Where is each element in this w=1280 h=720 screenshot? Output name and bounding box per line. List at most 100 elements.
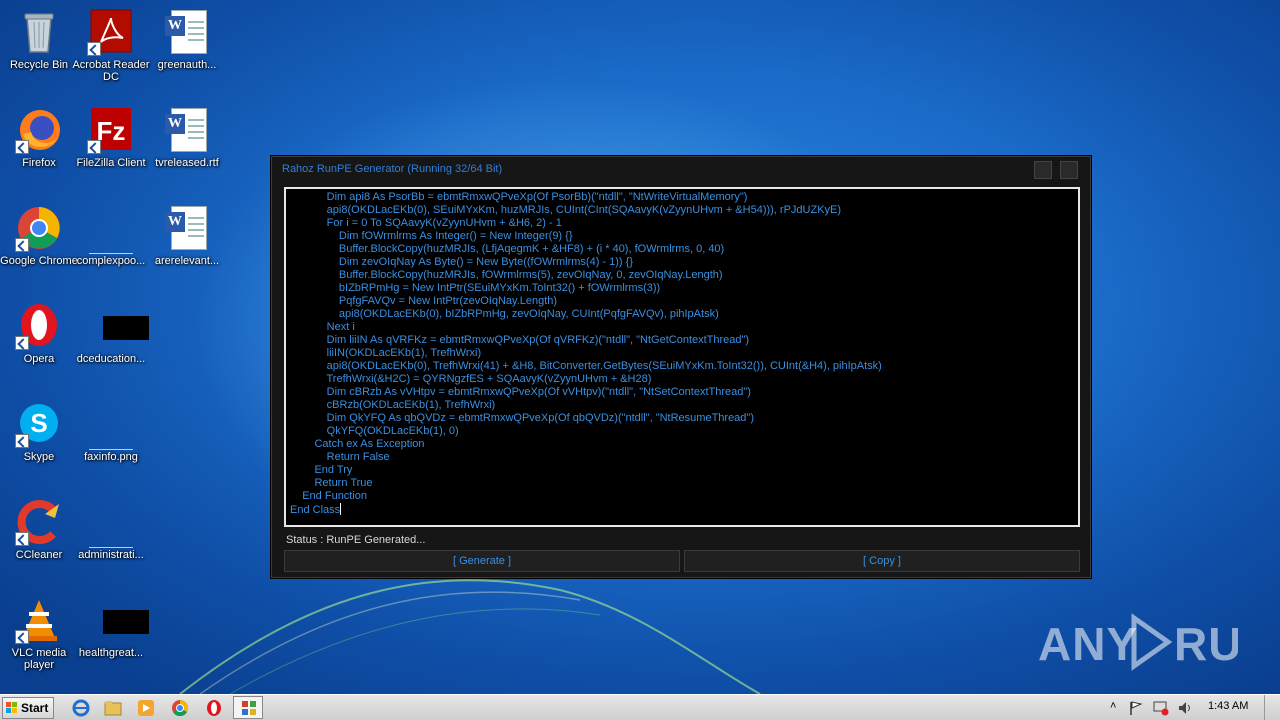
code-line: End Class [290, 503, 342, 516]
taskbar-app-runpe[interactable] [233, 696, 263, 719]
desktop-icon-label: Recycle Bin [9, 59, 69, 71]
code-line: QkYFQ(OKDLacEKb(1), 0) [290, 425, 459, 437]
volume-icon[interactable] [1177, 700, 1193, 716]
word-icon: W [165, 114, 185, 134]
code-text[interactable]: Dim api8 As PsorBb = ebmtRmxwQPveXp(Of P… [286, 189, 1078, 519]
desktop-icon-complexpoo[interactable]: complexpoo... [72, 204, 150, 267]
chrome-taskbar-icon[interactable] [171, 699, 189, 717]
desktop-icon-label: faxinfo.png [84, 451, 138, 463]
shortcut-arrow-icon [87, 42, 101, 56]
network-icon[interactable] [1152, 700, 1170, 716]
desktop-icon-label: dceducation... [76, 353, 146, 365]
svg-text:RUN: RUN [1174, 618, 1238, 670]
code-line: Buffer.BlockCopy(huzMRJIs, (LfjAqegmK + … [290, 243, 725, 255]
code-line: TrefhWrxi(&H2C) = QYRNgzfES + SQAavyK(vZ… [290, 373, 652, 385]
code-line: End Try [290, 464, 353, 476]
windows-flag-icon [6, 702, 17, 713]
close-button[interactable] [1060, 161, 1078, 179]
desktop-icon-label: CCleaner [15, 549, 63, 561]
desktop-icon-ccleaner[interactable]: CCleaner [0, 498, 78, 561]
code-line: api8(OKDLacEKb(0), TrefhWrxi(41) + &H8, … [290, 360, 882, 372]
file-thumbnail [89, 526, 133, 548]
start-button[interactable]: Start [2, 697, 54, 719]
shortcut-arrow-icon [15, 434, 29, 448]
internet-explorer-icon[interactable] [72, 699, 90, 717]
code-line: Dim fOWrmlrms As Integer() = New Integer… [290, 230, 573, 242]
desktop-icon-recycle-bin[interactable]: Recycle Bin [0, 8, 78, 71]
code-line: cBRzb(OKDLacEKb(1), TrefhWrxi) [290, 399, 496, 411]
file-thumbnail [89, 232, 133, 254]
desktop-icon-healthgreat[interactable]: healthgreat... [72, 596, 150, 659]
code-line: api8(OKDLacEKb(0), SEuiMYxKm, huzMRJIs, … [290, 204, 842, 216]
code-line: Dim QkYFQ As qbQVDz = ebmtRmxwQPveXp(Of … [290, 412, 754, 424]
code-line: For i = 0 To SQAavyK(vZyynUHvm + &H6, 2)… [290, 217, 562, 229]
status-text: Status : RunPE Generated... [286, 534, 426, 546]
svg-text:S: S [30, 408, 47, 438]
code-line: Next i [290, 321, 355, 333]
desktop-icon-filezilla[interactable]: Fz FileZilla Client [72, 106, 150, 169]
shortcut-arrow-icon [15, 140, 29, 154]
file-thumbnail [103, 610, 149, 634]
window-title: Rahoz RunPE Generator (Running 32/64 Bit… [282, 163, 503, 175]
code-line: Buffer.BlockCopy(huzMRJIs, fOWrmlrms(5),… [290, 269, 723, 281]
shortcut-arrow-icon [15, 532, 29, 546]
code-line: Catch ex As Exception [290, 438, 425, 450]
desktop-icon-opera[interactable]: Opera [0, 302, 78, 365]
desktop-icon-label: Skype [23, 451, 55, 463]
code-line: Dim liiIN As qVRFKz = ebmtRmxwQPveXp(Of … [290, 334, 750, 346]
file-thumbnail [103, 316, 149, 340]
system-clock[interactable]: 1:43 AM [1208, 700, 1248, 712]
desktop-icon-firefox[interactable]: Firefox [0, 106, 78, 169]
shortcut-arrow-icon [15, 336, 29, 350]
shortcut-arrow-icon [15, 238, 29, 252]
code-line: liiIN(OKDLacEKb(1), TrefhWrxi) [290, 347, 482, 359]
desktop-icon-label: FileZilla Client [76, 157, 146, 169]
word-icon: W [165, 16, 185, 36]
code-line: Dim api8 As PsorBb = ebmtRmxwQPveXp(Of P… [290, 191, 748, 203]
code-line: api8(OKDLacEKb(0), bIZbRPmHg, zevOIqNay,… [290, 308, 719, 320]
file-thumbnail [89, 428, 133, 450]
minimize-button[interactable] [1034, 161, 1052, 179]
show-hidden-icons[interactable]: ˄ [1110, 700, 1116, 712]
code-line: End Function [290, 490, 368, 502]
start-label: Start [21, 701, 49, 715]
copy-button[interactable]: [ Copy ] [684, 550, 1080, 572]
taskbar: Start ˄ 1:43 AM [0, 694, 1280, 720]
file-explorer-icon[interactable] [104, 699, 122, 717]
desktop-icon-tvreleased[interactable]: W tvreleased.rtf [148, 106, 226, 169]
show-desktop-button[interactable] [1264, 695, 1278, 720]
desktop-icon-label: Google Chrome [0, 255, 78, 267]
desktop-icon-skype[interactable]: S Skype [0, 400, 78, 463]
runpe-generator-window[interactable]: Rahoz RunPE Generator (Running 32/64 Bit… [271, 156, 1091, 578]
shortcut-arrow-icon [15, 630, 29, 644]
app-window-icon [242, 701, 256, 715]
desktop-icon-greenauth[interactable]: W greenauth... [148, 8, 226, 71]
code-line: Dim cBRzb As vVHtpv = ebmtRmxwQPveXp(Of … [290, 386, 751, 398]
desktop-icon-acrobat[interactable]: Acrobat Reader DC [72, 8, 150, 83]
code-line: Return True [290, 477, 373, 489]
desktop-icon-label: tvreleased.rtf [155, 157, 219, 169]
code-editor[interactable]: Dim api8 As PsorBb = ebmtRmxwQPveXp(Of P… [284, 187, 1080, 527]
generate-button[interactable]: [ Generate ] [284, 550, 680, 572]
desktop-icon-label: arerelevant... [154, 255, 220, 267]
code-line: Return False [290, 451, 390, 463]
recycle-bin-icon [24, 13, 54, 53]
desktop-icon-chrome[interactable]: Google Chrome [0, 204, 78, 267]
anyrun-watermark: ANY RUN [1038, 612, 1276, 672]
flag-icon[interactable] [1128, 700, 1144, 716]
desktop-icon-label: Firefox [22, 157, 56, 169]
desktop-icon-administrati[interactable]: administrati... [72, 498, 150, 561]
desktop-icon-arerelevant[interactable]: W arerelevant... [148, 204, 226, 267]
opera-taskbar-icon[interactable] [205, 699, 223, 717]
desktop-icon-label: administrati... [78, 549, 144, 561]
desktop-icon-faxinfo[interactable]: faxinfo.png [72, 400, 150, 463]
desktop-icon-dceducation[interactable]: dceducation... [72, 302, 150, 365]
desktop-icon-label: greenauth... [157, 59, 217, 71]
desktop-icon-label: complexpoo... [76, 255, 146, 267]
anyrun-logo: ANY RUN [1038, 613, 1276, 671]
shortcut-arrow-icon [87, 140, 101, 154]
desktop-icon-vlc[interactable]: VLC media player [0, 596, 78, 671]
text-caret [340, 503, 342, 515]
media-player-icon[interactable] [137, 699, 155, 717]
desktop-icon-label: healthgreat... [78, 647, 144, 659]
